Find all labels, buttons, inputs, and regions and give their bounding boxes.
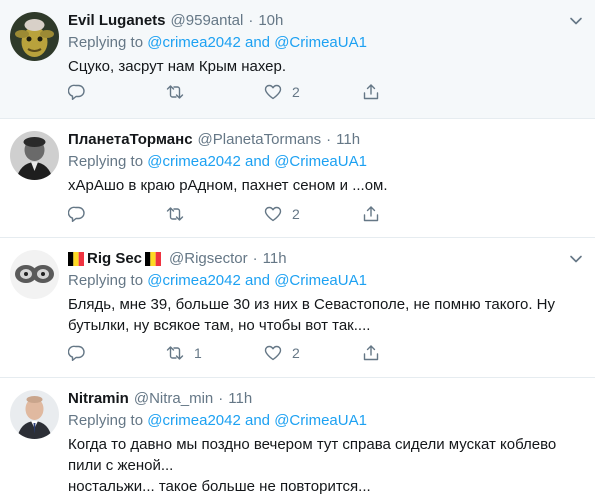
tweet-actions: 1 2	[68, 342, 408, 364]
mention-and: and	[245, 153, 271, 170]
retweet-button[interactable]: 1	[166, 342, 202, 364]
mention-and: and	[245, 272, 271, 289]
mention-link[interactable]: @crimea2042	[147, 412, 241, 429]
avatar[interactable]	[10, 12, 59, 61]
share-button[interactable]	[362, 81, 380, 103]
belgian-flag-icon	[68, 252, 84, 266]
tweet-actions: 2	[68, 81, 408, 103]
mention-link[interactable]: @crimea2042	[147, 34, 241, 51]
replying-to-label: Replying to	[68, 272, 144, 289]
heart-icon	[264, 84, 282, 100]
belgian-flag-icon	[145, 252, 162, 266]
chevron-down-icon[interactable]	[567, 12, 585, 30]
tweet-text-line: Сцуко, засрут нам Крым нахер.	[68, 58, 287, 75]
timestamp[interactable]: 11h	[336, 129, 360, 151]
heart-icon	[264, 345, 282, 361]
mention-link[interactable]: @CrimeaUA1	[274, 412, 367, 429]
tweet-text-line: Блядь, мне 39, больше 30 из них в Севаст…	[68, 296, 556, 313]
avatar[interactable]	[10, 250, 59, 299]
retweet-icon	[166, 85, 184, 99]
share-icon	[363, 84, 379, 100]
retweet-icon	[166, 207, 184, 221]
separator-dot: ·	[248, 12, 254, 29]
mention-link[interactable]: @crimea2042	[147, 153, 241, 170]
replying-to-label: Replying to	[68, 412, 144, 429]
avatar[interactable]	[10, 390, 59, 439]
share-icon	[363, 345, 379, 361]
tweet-text-line: хАрАшо в краю рАдном, пахнет сеном и ...…	[68, 177, 388, 194]
bw-portrait-avatar-icon	[10, 131, 59, 180]
reply-button[interactable]	[68, 81, 96, 103]
tweet-text-line: Когда то давно мы поздно вечером тут спр…	[68, 436, 557, 453]
mention-link[interactable]: @CrimeaUA1	[274, 34, 367, 51]
tweet-text: Когда то давно мы поздно вечером тут спр…	[68, 434, 587, 496]
like-count: 2	[292, 345, 300, 361]
display-name[interactable]: ПланетаТорманс	[68, 129, 193, 151]
mention-and: and	[245, 412, 271, 429]
mention-link[interactable]: @CrimeaUA1	[274, 272, 367, 289]
reply-button[interactable]	[68, 203, 96, 225]
like-button[interactable]: 2	[264, 81, 300, 103]
share-button[interactable]	[362, 342, 380, 364]
separator-dot: ·	[218, 390, 224, 407]
retweet-count: 1	[194, 345, 202, 361]
replying-to-label: Replying to	[68, 153, 144, 170]
user-handle[interactable]: @Nitra_min	[134, 388, 213, 410]
user-handle[interactable]: @959antal	[171, 10, 244, 32]
replying-to: Replying to @crimea2042 and @CrimeaUA1	[68, 270, 587, 291]
display-name[interactable]: Rig Sec	[87, 248, 142, 270]
replying-to-label: Replying to	[68, 34, 144, 51]
share-button[interactable]	[362, 203, 380, 225]
sheep-avatar-icon	[10, 250, 59, 299]
display-name[interactable]: Nitramin	[68, 388, 129, 410]
separator-dot: ·	[326, 131, 332, 148]
tweet-text-line: ностальжи... такое больше не повторится.…	[68, 478, 371, 495]
tweet[interactable]: Nitramin @Nitra_min · 11h Replying to @c…	[0, 378, 595, 496]
replying-to: Replying to @crimea2042 and @CrimeaUA1	[68, 410, 587, 431]
user-handle[interactable]: @Rigsector	[169, 248, 248, 270]
mention-and: and	[245, 34, 271, 51]
tweet-text: хАрАшо в краю рАдном, пахнет сеном и ...…	[68, 175, 587, 196]
tweet[interactable]: Rig Sec @Rigsector · 11h Replying to @cr…	[0, 238, 595, 378]
retweet-button[interactable]	[166, 81, 194, 103]
tweet-timeline: Evil Luganets @959antal · 10h Replying t…	[0, 0, 595, 496]
timestamp[interactable]: 11h	[263, 248, 287, 270]
tweet-text: Сцуко, засрут нам Крым нахер.	[68, 56, 587, 77]
like-count: 2	[292, 206, 300, 222]
reply-icon	[68, 345, 85, 361]
tweet[interactable]: ПланетаТорманс @PlanetaTormans · 11h Rep…	[0, 119, 595, 238]
tweet-text-line: бутылки, ну всякое там, но чтобы вот так…	[68, 317, 371, 334]
like-count: 2	[292, 84, 300, 100]
tweet-text: Блядь, мне 39, больше 30 из них в Севаст…	[68, 294, 587, 336]
replying-to: Replying to @crimea2042 and @CrimeaUA1	[68, 151, 587, 172]
like-button[interactable]: 2	[264, 342, 300, 364]
tweet[interactable]: Evil Luganets @959antal · 10h Replying t…	[0, 0, 595, 119]
avatar[interactable]	[10, 131, 59, 180]
timestamp[interactable]: 10h	[258, 10, 283, 32]
alien-avatar-icon	[10, 12, 59, 61]
replying-to: Replying to @crimea2042 and @CrimeaUA1	[68, 32, 587, 53]
reply-icon	[68, 84, 85, 100]
mention-link[interactable]: @CrimeaUA1	[274, 153, 367, 170]
share-icon	[363, 206, 379, 222]
chevron-down-icon[interactable]	[567, 250, 585, 268]
display-name[interactable]: Evil Luganets	[68, 10, 166, 32]
heart-icon	[264, 206, 282, 222]
tweet-actions: 2	[68, 203, 408, 225]
timestamp[interactable]: 11h	[228, 388, 252, 410]
user-handle[interactable]: @PlanetaTormans	[198, 129, 322, 151]
mention-link[interactable]: @crimea2042	[147, 272, 241, 289]
suited-man-avatar-icon	[10, 390, 59, 439]
retweet-button[interactable]	[166, 203, 194, 225]
reply-button[interactable]	[68, 342, 96, 364]
like-button[interactable]: 2	[264, 203, 300, 225]
reply-icon	[68, 206, 85, 222]
retweet-icon	[166, 346, 184, 360]
tweet-text-line: пили с женой...	[68, 457, 174, 474]
separator-dot: ·	[252, 250, 258, 267]
